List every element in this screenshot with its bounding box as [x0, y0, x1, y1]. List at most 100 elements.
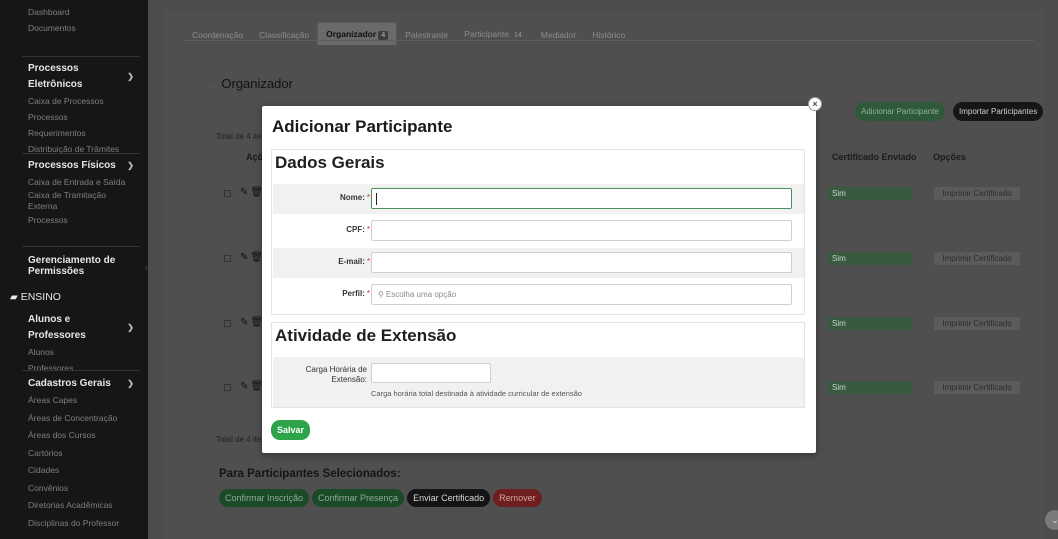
scroll-down-button[interactable]: ⌄ — [1045, 510, 1058, 530]
add-participant-modal: Adicionar Participante Dados Gerais Nome… — [262, 106, 816, 453]
save-button[interactable]: Salvar — [271, 420, 311, 440]
sidebar-divider — [22, 246, 140, 247]
form-row-cpf: CPF: * — [273, 216, 804, 246]
tab-coordenacao[interactable]: Coordenação — [184, 24, 251, 45]
print-certificate-button[interactable]: Imprimir Certificado — [934, 252, 1020, 265]
confirm-presenca-button[interactable]: Confirmar Presença — [312, 489, 405, 507]
sidebar-item-cartorios[interactable]: Cartórios — [0, 445, 148, 463]
chevron-down-icon: ❯ — [127, 323, 134, 332]
panel-title: Dados Gerais — [275, 153, 385, 172]
sidebar-group-header[interactable]: Cadastros Gerais ❯ — [0, 376, 148, 392]
sidebar-item-areas-cursos[interactable]: Áreas dos Cursos — [0, 427, 148, 445]
sidebar-group-cadastros-gerais: Cadastros Gerais ❯ Áreas Capes Áreas de … — [0, 376, 148, 532]
sidebar-group-processos-fisicos: Processos Físicos ❯ Caixa de Entrada e S… — [0, 158, 148, 228]
sidebar-divider — [22, 370, 140, 371]
sidebar-item-processos-fisicos[interactable]: Processos — [0, 212, 148, 228]
sidebar-group-alunos-professores: Alunos e Professores ❯ Alunos Professore… — [0, 312, 148, 376]
certificate-sent-badge: Sim — [828, 317, 912, 330]
sidebar-group-header[interactable]: Alunos e Professores ❯ — [0, 312, 148, 344]
sidebar-group-header-line2[interactable]: Permissões — [0, 266, 148, 277]
tab-organizador[interactable]: Organizador 4 — [317, 22, 398, 45]
sidebar-item-diretorias[interactable]: Diretorias Acadêmicas — [0, 497, 148, 515]
chevron-down-icon: ❯ — [127, 161, 134, 170]
print-certificate-button[interactable]: Imprimir Certificado — [934, 317, 1020, 330]
add-participant-button[interactable]: Adicionar Participante — [855, 102, 945, 121]
sidebar-item-disciplinas[interactable]: Disciplinas do Professor — [0, 515, 148, 533]
chevron-down-icon: ❯ — [127, 72, 134, 81]
sidebar-group-header[interactable]: Processos Eletrônicos ❯ — [0, 61, 148, 93]
perfil-select[interactable]: ⚲ Escolha uma opção — [371, 284, 792, 305]
tab-mediador[interactable]: Mediador — [533, 24, 584, 45]
perfil-label: Perfil: * — [342, 289, 370, 298]
text-caret — [376, 193, 377, 205]
certificate-sent-badge: Sim — [828, 187, 912, 200]
carga-horaria-help: Carga horária total destinada à atividad… — [371, 389, 582, 398]
sidebar-item-alunos[interactable]: Alunos — [0, 344, 148, 360]
confirm-inscricao-button[interactable]: Confirmar Inscrição — [219, 489, 310, 507]
row-checkbox[interactable] — [224, 320, 231, 327]
certificate-sent-badge: Sim — [828, 381, 912, 394]
send-certificate-button[interactable]: Enviar Certificado — [407, 489, 491, 507]
carga-horaria-label: Carga Horária de Extensão: — [305, 365, 367, 384]
sidebar-item-convenios[interactable]: Convênios — [0, 480, 148, 498]
chevron-down-icon: ⌄ — [209, 80, 218, 91]
sidebar-item-documentos[interactable]: Documentos — [0, 20, 87, 36]
sidebar-group-processos-eletronicos: Processos Eletrônicos ❯ Caixa de Process… — [0, 61, 148, 157]
bulk-actions: Confirmar Inscrição Confirmar Presença E… — [219, 489, 542, 507]
tab-bar: Coordenação Classificação Organizador 4 P… — [184, 22, 633, 45]
row-checkbox[interactable] — [224, 384, 231, 391]
tab-classificacao[interactable]: Classificação — [251, 24, 317, 45]
sidebar-group-header[interactable]: Gerenciamento de — [0, 255, 148, 266]
sidebar-divider — [22, 153, 140, 154]
nome-label: Nome: * — [339, 193, 370, 202]
panel-title: Atividade de Extensão — [275, 326, 457, 345]
sidebar-item-areas-capes[interactable]: Áreas Capes — [0, 392, 148, 410]
tab-historico[interactable]: Histórico — [584, 24, 633, 45]
close-icon[interactable]: × — [808, 97, 822, 111]
print-certificate-button[interactable]: Imprimir Certificado — [934, 381, 1020, 394]
chevron-down-icon: ❯ — [127, 379, 134, 388]
email-input[interactable] — [371, 252, 792, 273]
form-row-email: E-mail: * — [273, 248, 804, 278]
search-icon: ⚲ — [378, 290, 384, 299]
sidebar-item-areas-concentracao[interactable]: Áreas de Concentração — [0, 410, 148, 428]
sidebar-item-professores[interactable]: Professores — [0, 360, 148, 376]
form-row-perfil: Perfil: * ⚲ Escolha uma opção — [273, 280, 804, 310]
section-heading[interactable]: ⌄ Organizador — [209, 76, 293, 91]
dados-gerais-panel: Dados Gerais Nome: * CPF: * E-mail: * Perfi… — [271, 149, 805, 315]
sidebar-item-caixa-entrada-saida[interactable]: Caixa de Entrada e Saída — [0, 174, 148, 190]
column-header-certificate-sent: Certificado Enviado — [832, 152, 917, 162]
cpf-label: CPF: * — [346, 225, 370, 234]
atividade-extensao-panel: Atividade de Extensão Carga Horária de Ex… — [271, 322, 805, 408]
sidebar-item-requerimentos[interactable]: Requerimentos — [0, 125, 148, 141]
sidebar-item-dashboard[interactable]: Dashboard — [0, 4, 81, 20]
print-certificate-button[interactable]: Imprimir Certificado — [934, 187, 1020, 200]
sidebar-group-header[interactable]: Processos Físicos ❯ — [0, 158, 148, 174]
sidebar: Dashboard Documentos Processos Eletrônic… — [0, 0, 148, 539]
nome-input[interactable] — [371, 188, 792, 209]
form-row-carga-horaria: Carga Horária de Extensão: Carga horária … — [273, 357, 804, 407]
sidebar-item-distribuicao[interactable]: Distribuição de Trâmites — [0, 141, 148, 157]
email-label: E-mail: * — [338, 257, 370, 266]
sidebar-item-processos[interactable]: Processos — [0, 109, 148, 125]
row-checkbox[interactable] — [224, 255, 231, 262]
tab-palestrante[interactable]: Palestrante — [397, 24, 456, 45]
sidebar-ensino-heading: ▰ ENSINO — [10, 291, 61, 303]
sidebar-item-cidades[interactable]: Cidades — [0, 462, 148, 480]
certificate-sent-badge: Sim — [828, 252, 912, 265]
import-participants-button[interactable]: Importar Participantes — [953, 102, 1044, 121]
sidebar-item-caixa-tramitacao[interactable]: Caixa de Tramitação — [0, 190, 148, 201]
row-checkbox[interactable] — [224, 190, 231, 197]
cpf-input[interactable] — [371, 220, 792, 241]
perfil-placeholder: ⚲ Escolha uma opção — [378, 290, 457, 299]
tab-participante[interactable]: Participante 14 — [456, 23, 533, 45]
carga-horaria-input[interactable] — [371, 363, 491, 383]
sidebar-item-caixa-tramitacao-externa[interactable]: Externa — [0, 201, 148, 212]
column-header-options: Opções — [933, 152, 967, 162]
sidebar-item-caixa-processos[interactable]: Caixa de Processos — [0, 93, 148, 109]
sidebar-group-permissoes: Gerenciamento de Permissões — [0, 255, 148, 277]
remove-button[interactable]: Remover — [493, 489, 542, 507]
tab-count-badge: 14 — [513, 32, 522, 39]
modal-title: Adicionar Participante — [272, 117, 453, 136]
sidebar-divider — [22, 56, 140, 57]
